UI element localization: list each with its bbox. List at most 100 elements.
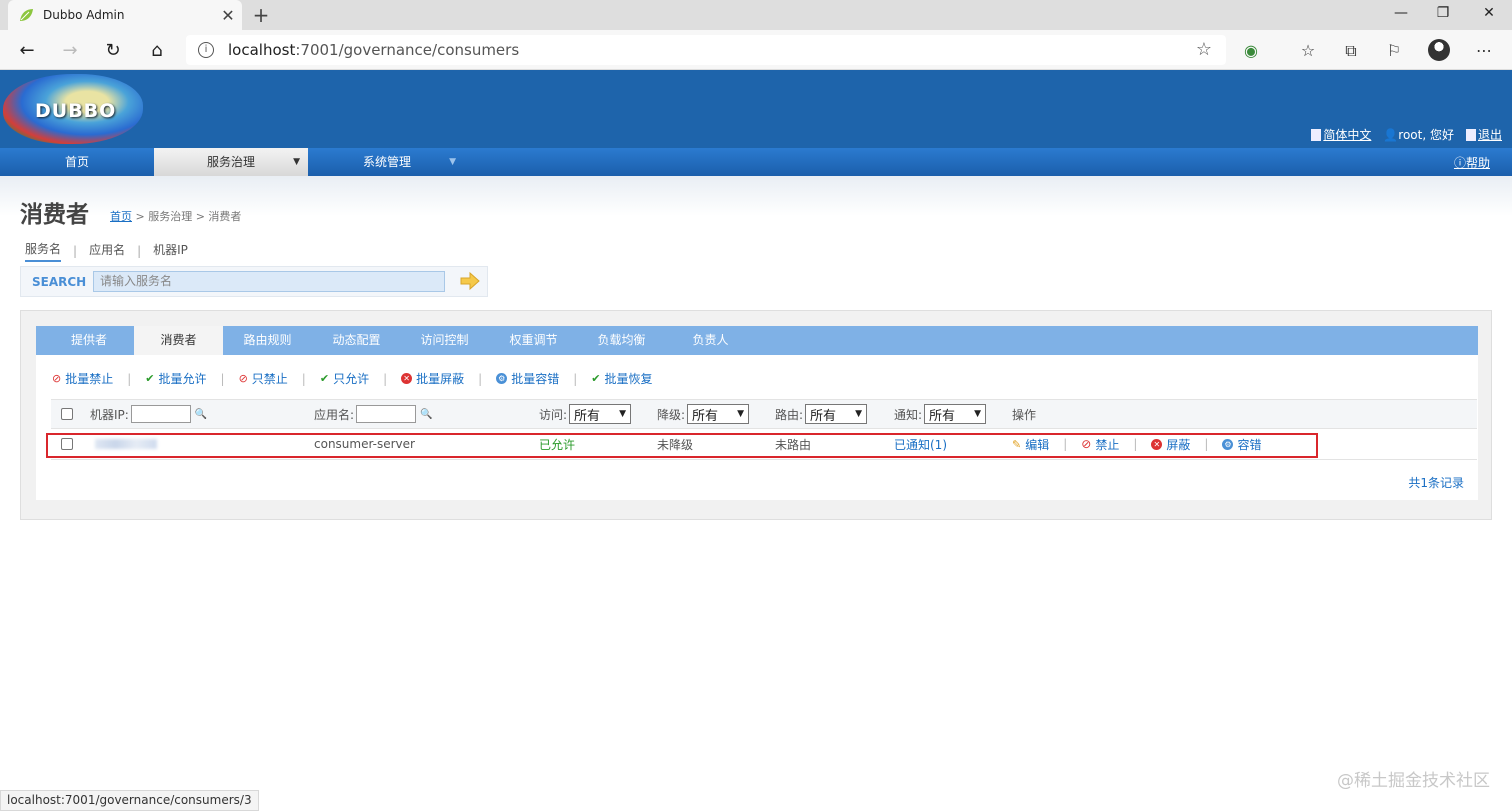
search-tab-service[interactable]: 服务名	[25, 240, 62, 262]
document-icon	[1311, 129, 1322, 141]
degrade-filter-select[interactable]: 所有 ▼	[687, 404, 750, 424]
search-tab-ip[interactable]: 机器IP	[153, 241, 188, 261]
window-close-icon[interactable]: ✕	[1466, 0, 1512, 30]
batch-forbid-button[interactable]: ⊘ 批量禁止	[52, 370, 113, 387]
search-label: SEARCH	[32, 275, 87, 289]
feedback-icon[interactable]: ⚐	[1381, 38, 1407, 64]
breadcrumb-rest: > 服务治理 > 消费者	[132, 210, 242, 223]
chevron-down-icon: ▼	[619, 409, 627, 419]
favorites-icon[interactable]: ☆	[1295, 38, 1321, 64]
tab-consumers[interactable]: 消费者	[134, 326, 223, 355]
leaf-favicon-icon	[20, 9, 33, 21]
search-input[interactable]: 请输入服务名	[93, 271, 445, 292]
select-all-checkbox[interactable]	[61, 408, 73, 420]
url-host: localhost	[228, 41, 296, 59]
select-value: 所有	[929, 408, 956, 424]
header-app: 应用名:	[314, 407, 355, 422]
search-bar: SEARCH 请输入服务名	[20, 266, 488, 297]
search-type-tabs: 服务名 | 应用名 | 机器IP	[25, 240, 188, 262]
search-go-arrow-icon[interactable]	[459, 271, 481, 291]
action-label: 只允许	[333, 372, 370, 386]
notify-filter-select[interactable]: 所有 ▼	[924, 404, 987, 424]
browser-tab[interactable]: Dubbo Admin ✕	[8, 0, 242, 30]
minimize-icon[interactable]: —	[1378, 0, 1424, 30]
action-label: 只禁止	[251, 372, 288, 386]
logo-text: DUBBO	[35, 100, 117, 122]
search-icon[interactable]: 🔍	[420, 409, 432, 420]
tab-providers[interactable]: 提供者	[36, 326, 142, 355]
access-filter-select[interactable]: 所有 ▼	[569, 404, 632, 424]
profile-avatar[interactable]	[1428, 39, 1450, 61]
collections-icon[interactable]: ⧉	[1338, 38, 1364, 64]
batch-actions: ⊘ 批量禁止 | ✔ 批量允许 | ⊘ 只禁止 | ✔ 只允许 | ✕ 批量屏蔽 | ⚙ 批…	[52, 370, 653, 387]
only-forbid-button[interactable]: ⊘ 只禁止	[239, 370, 288, 387]
tab-access-control[interactable]: 访问控制	[400, 326, 489, 355]
chevron-down-icon: ▼	[737, 409, 745, 419]
action-label: 批量禁止	[65, 372, 114, 386]
tab-load-balance[interactable]: 负载均衡	[577, 326, 666, 355]
url-path: :7001/governance/consumers	[295, 41, 520, 59]
header-ops: 操作	[1012, 407, 1037, 422]
search-icon[interactable]: 🔍	[195, 409, 207, 420]
forward-icon[interactable]: →	[57, 38, 83, 64]
shield-x-icon: ✕	[401, 373, 413, 384]
chevron-down-icon: ▼	[855, 409, 863, 419]
refresh-icon[interactable]: ↻	[100, 38, 126, 64]
more-menu-icon[interactable]: ⋯	[1471, 38, 1497, 64]
app-filter-input[interactable]	[356, 405, 417, 423]
site-info-icon[interactable]: i	[198, 42, 214, 58]
user-icon: 👤	[1383, 128, 1399, 142]
new-tab-icon[interactable]: +	[250, 3, 272, 27]
maximize-icon[interactable]: ❐	[1420, 0, 1466, 30]
governance-tabs: 提供者 消费者 路由规则 动态配置 访问控制 权重调节 负载均衡 负责人	[36, 326, 1478, 355]
header-route: 路由:	[775, 407, 804, 422]
search-tab-app[interactable]: 应用名	[89, 241, 125, 261]
tab-weight[interactable]: 权重调节	[489, 326, 578, 355]
batch-allow-button[interactable]: ✔ 批量允许	[145, 370, 206, 387]
main-nav: 首页 服务治理 ▼ 系统管理 ▼ ⓘ帮助	[0, 148, 1512, 176]
check-icon: ✔	[319, 372, 330, 385]
help-link[interactable]: ⓘ帮助	[1454, 154, 1490, 171]
select-value: 所有	[574, 408, 601, 424]
content-inner: 提供者 消费者 路由规则 动态配置 访问控制 权重调节 负载均衡 负责人 ⊘ 批量…	[36, 326, 1478, 500]
header-links: 简体中文 👤root, 您好 退出	[1311, 126, 1502, 143]
content-panel: 提供者 消费者 路由规则 动态配置 访问控制 权重调节 负载均衡 负责人 ⊘ 批量…	[20, 310, 1492, 520]
favorite-star-icon[interactable]: ☆	[1196, 39, 1212, 60]
nav-system[interactable]: 系统管理 ▼	[310, 148, 464, 176]
select-value: 所有	[810, 408, 837, 424]
only-allow-button[interactable]: ✔ 只允许	[320, 370, 369, 387]
action-label: 批量恢复	[604, 372, 653, 386]
tab-title: Dubbo Admin	[43, 8, 125, 22]
user-greeting: root, 您好	[1398, 128, 1454, 142]
app-header: DUBBO	[0, 70, 1512, 148]
browser-tabbar: Dubbo Admin ✕ + — ❐ ✕	[0, 0, 1512, 30]
nav-home[interactable]: 首页	[0, 148, 154, 176]
tab-dynamic-config[interactable]: 动态配置	[312, 326, 401, 355]
ip-filter-input[interactable]	[130, 405, 191, 423]
back-icon[interactable]: ←	[14, 38, 40, 64]
logout-link[interactable]: 退出	[1478, 128, 1502, 142]
tab-routes[interactable]: 路由规则	[223, 326, 312, 355]
batch-shield-button[interactable]: ✕ 批量屏蔽	[401, 370, 464, 387]
address-bar[interactable]: i localhost:7001/governance/consumers ☆	[186, 35, 1226, 65]
logout-icon	[1465, 129, 1476, 141]
chevron-down-icon: ▼	[974, 409, 982, 419]
action-label: 批量容错	[511, 372, 560, 386]
forbid-icon: ⊘	[52, 372, 62, 385]
batch-tolerant-button[interactable]: ⚙ 批量容错	[496, 370, 559, 387]
nav-governance[interactable]: 服务治理 ▼	[154, 148, 308, 176]
batch-recover-button[interactable]: ✔ 批量恢复	[591, 370, 652, 387]
help-label: 帮助	[1465, 156, 1490, 170]
home-icon[interactable]: ⌂	[144, 38, 170, 64]
header-access: 访问:	[539, 407, 568, 422]
close-tab-icon[interactable]: ✕	[218, 6, 238, 25]
route-filter-select[interactable]: 所有 ▼	[805, 404, 868, 424]
breadcrumb-home[interactable]: 首页	[110, 210, 132, 223]
forbid-icon: ⊘	[238, 372, 248, 385]
language-link[interactable]: 简体中文	[1323, 128, 1371, 142]
nav-system-label: 系统管理	[362, 155, 411, 169]
tab-owners[interactable]: 负责人	[666, 326, 755, 355]
watermark: @稀土掘金技术社区	[1337, 771, 1490, 791]
check-icon: ✔	[591, 372, 601, 385]
extension-icon[interactable]: ◉	[1238, 38, 1264, 64]
